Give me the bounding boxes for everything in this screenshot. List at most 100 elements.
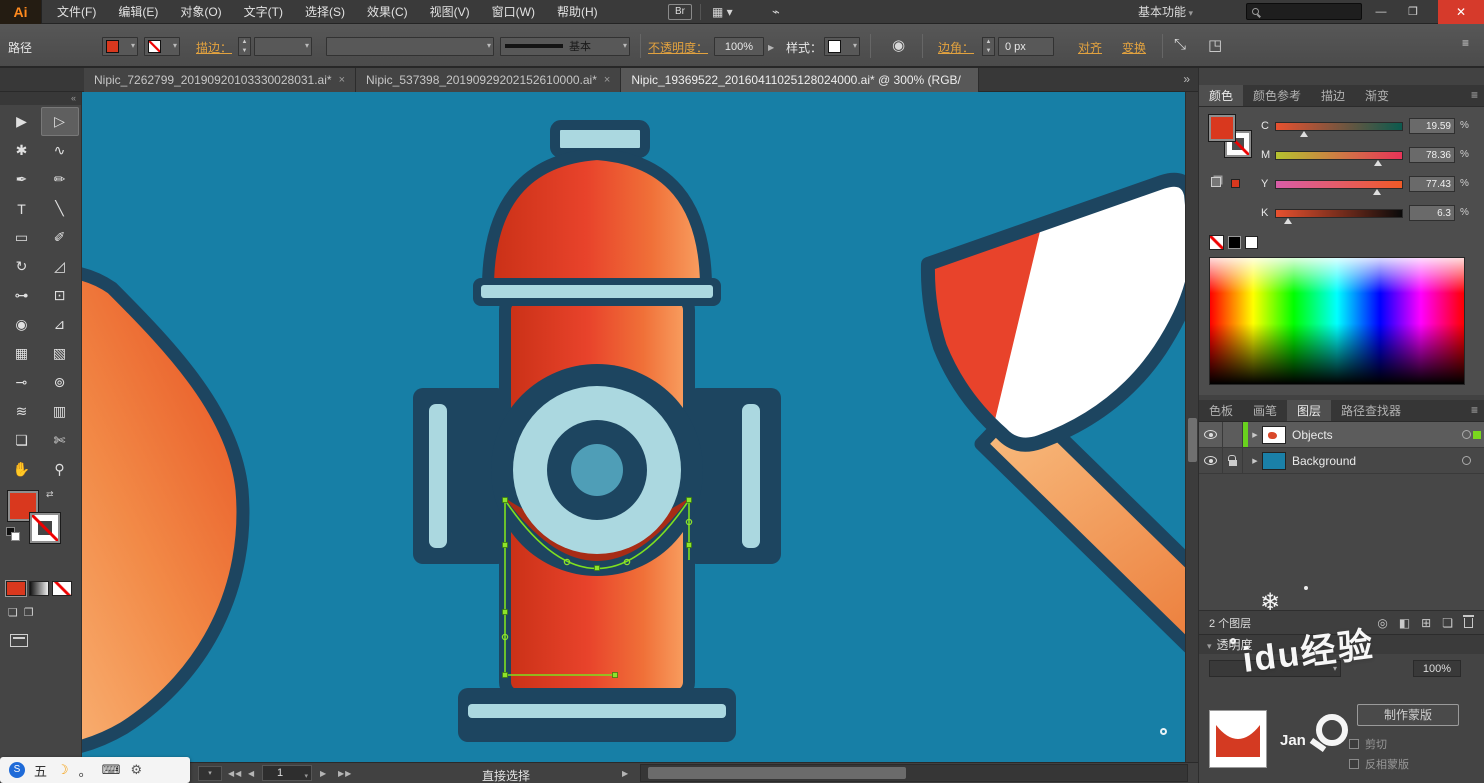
swap-fill-stroke-icon[interactable]: ⇄ <box>46 489 54 500</box>
transform-panel-link[interactable]: 变换 <box>1122 39 1146 56</box>
search-input[interactable] <box>1264 6 1354 18</box>
screen-mode-button[interactable] <box>10 634 28 647</box>
tool-type[interactable]: T <box>3 194 41 223</box>
horizontal-scrollbar[interactable] <box>640 764 1188 782</box>
input-method-bar[interactable]: S 五☽。⌨⚙ <box>0 757 190 783</box>
clipping-mask-icon[interactable]: ◧ <box>1399 616 1410 630</box>
vertical-scrollbar[interactable] <box>1185 92 1198 762</box>
tab-close-icon[interactable]: × <box>339 74 345 86</box>
tool-lasso[interactable]: ∿ <box>41 136 79 165</box>
tool-scale[interactable]: ◿ <box>41 252 79 281</box>
tools-panel-header[interactable]: « <box>0 92 81 105</box>
canvas-artwork[interactable] <box>82 92 1185 762</box>
panel-tab[interactable]: 渐变 <box>1355 85 1399 106</box>
corner-stepper[interactable]: ▲▼ <box>982 37 995 56</box>
tool-shape-builder[interactable]: ◉ <box>3 310 41 339</box>
channel-value-field[interactable]: 6.3 <box>1409 205 1455 221</box>
document-tab[interactable]: Nipic_7262799_20190920103330028031.ai* × <box>84 68 356 92</box>
delete-layer-icon[interactable] <box>1464 618 1473 628</box>
stroke-color-dropdown[interactable] <box>144 37 180 56</box>
panel-tab[interactable]: 画笔 <box>1243 400 1287 421</box>
tool-slice[interactable]: ✄ <box>41 426 79 455</box>
free-distort-icon[interactable]: ⤡ <box>1174 36 1186 53</box>
panel-tab[interactable]: 图层 <box>1287 400 1331 421</box>
menu-item[interactable]: 对象(O) <box>169 0 232 24</box>
panel-tab[interactable]: 路径查找器 <box>1331 400 1411 421</box>
lock-icon[interactable] <box>1223 448 1243 473</box>
close-button[interactable]: ✕ <box>1438 0 1484 24</box>
flame-shape[interactable] <box>82 271 243 755</box>
ime-logo-icon[interactable]: S <box>9 762 25 778</box>
tool-mesh[interactable]: ▦ <box>3 339 41 368</box>
zoom-dropdown[interactable]: ▾ <box>198 766 222 781</box>
transparency-panel-header[interactable]: ▾透明度 ≡ <box>1199 634 1484 654</box>
tab-overflow-icon[interactable]: » <box>1183 72 1190 86</box>
tool-blend[interactable]: ⊚ <box>41 368 79 397</box>
menu-item[interactable]: 文件(F) <box>46 0 107 24</box>
clip-checkbox[interactable]: 剪切 <box>1349 736 1387 752</box>
next-artboard-icon[interactable]: ▶ <box>320 769 327 778</box>
menu-item[interactable]: 视图(V) <box>419 0 481 24</box>
panel-tab[interactable]: 色板 <box>1199 400 1243 421</box>
draw-mode-buttons[interactable]: ❏❐ <box>8 606 40 619</box>
maximize-button[interactable]: ❐ <box>1398 0 1428 24</box>
blend-mode-dropdown[interactable] <box>1209 660 1341 677</box>
white-swatch[interactable] <box>1245 236 1258 249</box>
checkbox-icon[interactable] <box>1349 739 1359 749</box>
ime-icon[interactable]: 五 <box>34 761 47 780</box>
width-profile-dropdown[interactable] <box>326 37 494 56</box>
menu-item[interactable]: 效果(C) <box>356 0 419 24</box>
bridge-button[interactable]: Br <box>668 4 692 20</box>
slider-thumb-icon[interactable] <box>1300 131 1308 137</box>
layer-row[interactable]: ▶ Background <box>1199 448 1484 474</box>
tool-free-transform[interactable]: ⊡ <box>41 281 79 310</box>
channel-slider[interactable] <box>1275 122 1403 131</box>
target-circle-icon[interactable] <box>1462 430 1471 439</box>
color-panel-menu-icon[interactable]: ≡ <box>1471 88 1478 102</box>
layer-name[interactable]: Objects <box>1292 428 1462 442</box>
tool-pencil[interactable]: ✏ <box>41 165 79 194</box>
panel-tab[interactable]: 颜色参考 <box>1243 85 1311 106</box>
tool-rectangle[interactable]: ▭ <box>3 223 41 252</box>
menu-item[interactable]: 选择(S) <box>294 0 356 24</box>
tool-gradient[interactable]: ▧ <box>41 339 79 368</box>
new-layer-icon[interactable]: ❏ <box>1442 616 1453 630</box>
tool-eyedropper[interactable]: ⊸ <box>3 368 41 397</box>
black-swatch[interactable] <box>1228 236 1241 249</box>
target-circle-icon[interactable] <box>1462 456 1471 465</box>
panel-tab[interactable]: 描边 <box>1311 85 1355 106</box>
ime-icon[interactable]: ⚙ <box>130 762 142 778</box>
tool-zoom[interactable]: ⚲ <box>41 455 79 484</box>
search-box[interactable] <box>1246 3 1362 20</box>
stroke-width-stepper[interactable]: ▲▼ <box>238 37 251 56</box>
locate-object-icon[interactable]: ◎ <box>1377 616 1387 630</box>
opacity-panel-link[interactable]: 不透明度： <box>648 39 708 56</box>
new-sublayer-icon[interactable]: ⊞ <box>1421 616 1431 630</box>
ime-icon[interactable]: ☽ <box>57 762 69 778</box>
channel-slider[interactable] <box>1275 180 1403 189</box>
stroke-panel-link[interactable]: 描边： <box>196 39 232 56</box>
slider-thumb-icon[interactable] <box>1374 160 1382 166</box>
stroke-width-dropdown[interactable] <box>254 37 312 56</box>
tool-symbol-sprayer[interactable]: ≋ <box>3 397 41 426</box>
recolor-artwork-icon[interactable]: ◉ <box>892 36 905 54</box>
menu-item[interactable]: 编辑(E) <box>107 0 169 24</box>
artboard-navigation-field[interactable]: 1 <box>262 765 312 781</box>
panel-tab[interactable]: 颜色 <box>1199 85 1243 106</box>
opacity-stepper-icon[interactable]: ▶ <box>768 43 775 52</box>
channel-value-field[interactable]: 77.43 <box>1409 176 1455 192</box>
color-spectrum[interactable] <box>1209 257 1465 385</box>
visibility-eye-icon[interactable] <box>1199 422 1223 447</box>
vertical-scrollbar-thumb[interactable] <box>1188 418 1197 462</box>
tool-artboard[interactable]: ❏ <box>3 426 41 455</box>
menu-item[interactable]: 文字(T) <box>233 0 294 24</box>
none-swatch[interactable] <box>1209 235 1224 250</box>
document-tab[interactable]: Nipic_537398_20190929202152610000.ai* × <box>356 68 621 92</box>
gradient-mode-button[interactable] <box>29 581 49 596</box>
channel-value-field[interactable]: 19.59 <box>1409 118 1455 134</box>
tool-pen[interactable]: ✒ <box>3 165 41 194</box>
tool-column-graph[interactable]: ▥ <box>41 397 79 426</box>
panel-fill-swatch[interactable] <box>1209 115 1235 141</box>
layers-panel-menu-icon[interactable]: ≡ <box>1471 403 1478 417</box>
horizontal-scrollbar-thumb[interactable] <box>648 767 906 779</box>
